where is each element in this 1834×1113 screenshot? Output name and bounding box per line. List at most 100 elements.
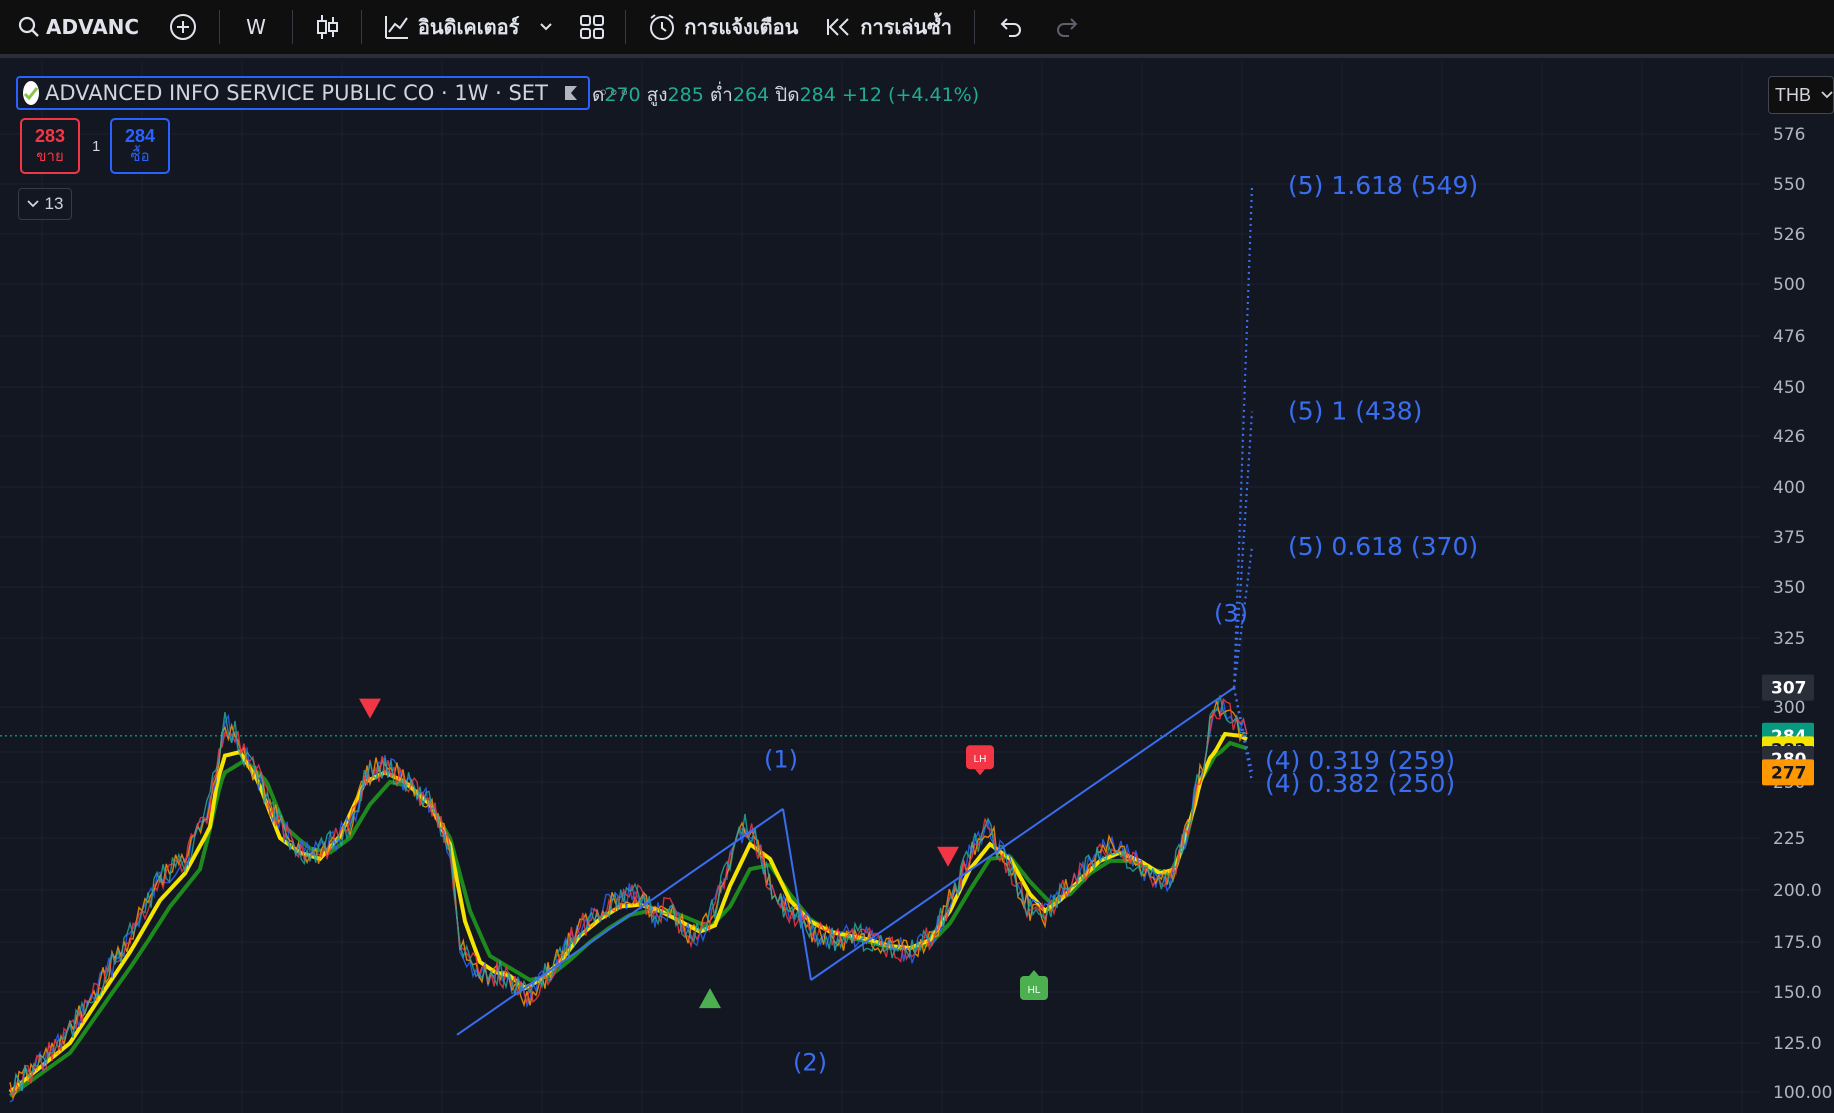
open-label: ด [592, 84, 605, 106]
undo-button[interactable] [979, 0, 1043, 54]
fib-target-label: (4) 0.382 (250) [1265, 769, 1455, 798]
price-tag-label: 277 [1771, 763, 1807, 783]
fib-target-label: (5) 1.618 (549) [1288, 171, 1478, 200]
close-label: ปิด [775, 84, 800, 106]
buy-price: 284 [124, 126, 156, 146]
price-chart[interactable]: (1) (2) (3) LH HL (5) 1.618 (549) (5) 1 (438… [0, 62, 1834, 1113]
toolbar-divider [625, 10, 627, 44]
y-tick-label: 375 [1773, 528, 1805, 548]
lower-high-label: LH [974, 754, 987, 765]
symbol-legend[interactable]: ADVANCED INFO SERVICE PUBLIC CO · 1W · S… [16, 76, 630, 110]
redo-button[interactable] [1043, 0, 1091, 54]
order-quantity: 1 [92, 138, 101, 155]
y-tick-label: 500 [1773, 275, 1805, 295]
open-value: 270 [604, 84, 641, 106]
chevron-down-icon[interactable] [539, 22, 553, 32]
price-tag-label: 307 [1771, 679, 1807, 699]
sell-price: 283 [34, 126, 66, 146]
wave-label: (2) [793, 1048, 827, 1076]
low-value: 264 [732, 84, 770, 106]
buy-label: ซื้อ [130, 148, 150, 165]
fib-targets: (5) 1.618 (549) (5) 1 (438) (5) 0.618 (370… [1265, 171, 1478, 798]
ema-fast-line [8, 731, 1248, 1094]
chart-type-button[interactable] [297, 0, 357, 54]
fib-target-label: (5) 1 (438) [1288, 397, 1422, 426]
redo-icon [1055, 16, 1079, 38]
symbol-label: ADVANC [46, 15, 140, 39]
add-symbol-icon [169, 13, 197, 41]
y-tick-label: 576 [1773, 125, 1805, 145]
y-tick-label: 476 [1773, 327, 1805, 347]
y-tick-label: 400 [1773, 478, 1805, 498]
sell-label: ขาย [36, 148, 64, 165]
y-tick-label: 150.0 [1773, 983, 1822, 1003]
y-tick-label: 225 [1773, 829, 1805, 849]
symbol-title: ADVANCED INFO SERVICE PUBLIC CO · 1W · S… [45, 81, 548, 105]
layouts-button[interactable] [563, 0, 621, 54]
top-toolbar: ADVANC W อินดิเคเตอร์ การแจ้งเตือน การเล… [0, 0, 1834, 58]
compare-button[interactable] [151, 0, 215, 54]
price-axis: 5765505265004764504264003753503253002752… [1760, 62, 1834, 1113]
y-tick-label: 125.0 [1773, 1034, 1822, 1054]
higher-low-label: HL [1028, 985, 1041, 996]
toolbar-divider [973, 10, 975, 44]
chevron-down-icon [26, 200, 39, 208]
indicators-button[interactable]: อินดิเคเตอร์ [366, 0, 563, 54]
symbol-search[interactable]: ADVANC [0, 0, 151, 54]
wave-line [810, 686, 1235, 981]
y-tick-label: 526 [1773, 225, 1805, 245]
y-tick-label: 550 [1773, 175, 1805, 195]
undo-icon [999, 16, 1023, 38]
wave-label: (1) [764, 746, 798, 774]
lower-high-pointer [975, 769, 985, 776]
low-label: ต่ำ [709, 84, 733, 106]
replay-button[interactable]: การเล่นซ้ำ [812, 0, 970, 54]
buy-button[interactable]: 284 ซื้อ [110, 118, 170, 174]
y-tick-label: 175.0 [1773, 933, 1822, 953]
alert-clock-icon [648, 13, 676, 41]
indicator-count: 13 [44, 194, 64, 213]
y-tick-label: 426 [1773, 427, 1805, 447]
layouts-icon [579, 14, 605, 40]
signal-markers: LH HL [359, 698, 1048, 1009]
currency-label: THB [1775, 84, 1811, 105]
chevron-down-icon [1821, 91, 1833, 99]
indicators-label: อินดิเคเตอร์ [417, 15, 520, 39]
y-tick-label: 200.0 [1773, 881, 1822, 901]
y-tick-label: 100.00 [1773, 1083, 1832, 1103]
alerts-label: การแจ้งเตือน [684, 15, 799, 39]
interval-label: W [246, 15, 266, 39]
interval-button[interactable]: W [224, 0, 288, 54]
replay-icon [826, 16, 852, 38]
toolbar-divider [219, 10, 221, 44]
toolbar-divider [360, 10, 362, 44]
higher-low-pointer [1029, 970, 1039, 976]
wave-line [456, 808, 784, 1036]
y-tick-label: 350 [1773, 578, 1805, 598]
y-tick-label: 450 [1773, 378, 1805, 398]
currency-selector[interactable]: THB [1768, 76, 1834, 114]
toolbar-divider [291, 10, 293, 44]
replay-label: การเล่นซ้ำ [860, 15, 952, 39]
flag-icon[interactable] [564, 85, 578, 101]
change-value: +12 (+4.41%) [841, 84, 980, 106]
y-tick-label: 300 [1773, 698, 1805, 718]
company-logo [23, 81, 39, 105]
indicator-toggle[interactable]: 13 [18, 188, 72, 220]
indicators-icon [384, 14, 410, 40]
buy-signal-marker [699, 988, 721, 1009]
sell-signal-marker [359, 698, 381, 719]
sell-button[interactable]: 283 ขาย [20, 118, 80, 174]
fib-target-label: (5) 0.618 (370) [1288, 532, 1478, 561]
y-tick-label: 325 [1773, 629, 1805, 649]
chart-grid [0, 62, 1760, 1113]
sell-signal-marker [937, 846, 959, 867]
high-label: สูง [646, 84, 668, 106]
ohlc-values: ด270 สูง285 ต่ำ264 ปิด284 +12 (+4.41%) [592, 80, 979, 110]
high-value: 285 [667, 84, 704, 106]
search-icon [18, 16, 40, 38]
close-value: 284 [799, 84, 836, 106]
wave-label: (3) [1214, 600, 1248, 628]
alerts-button[interactable]: การแจ้งเตือน [630, 0, 812, 54]
candles-icon [315, 13, 339, 41]
